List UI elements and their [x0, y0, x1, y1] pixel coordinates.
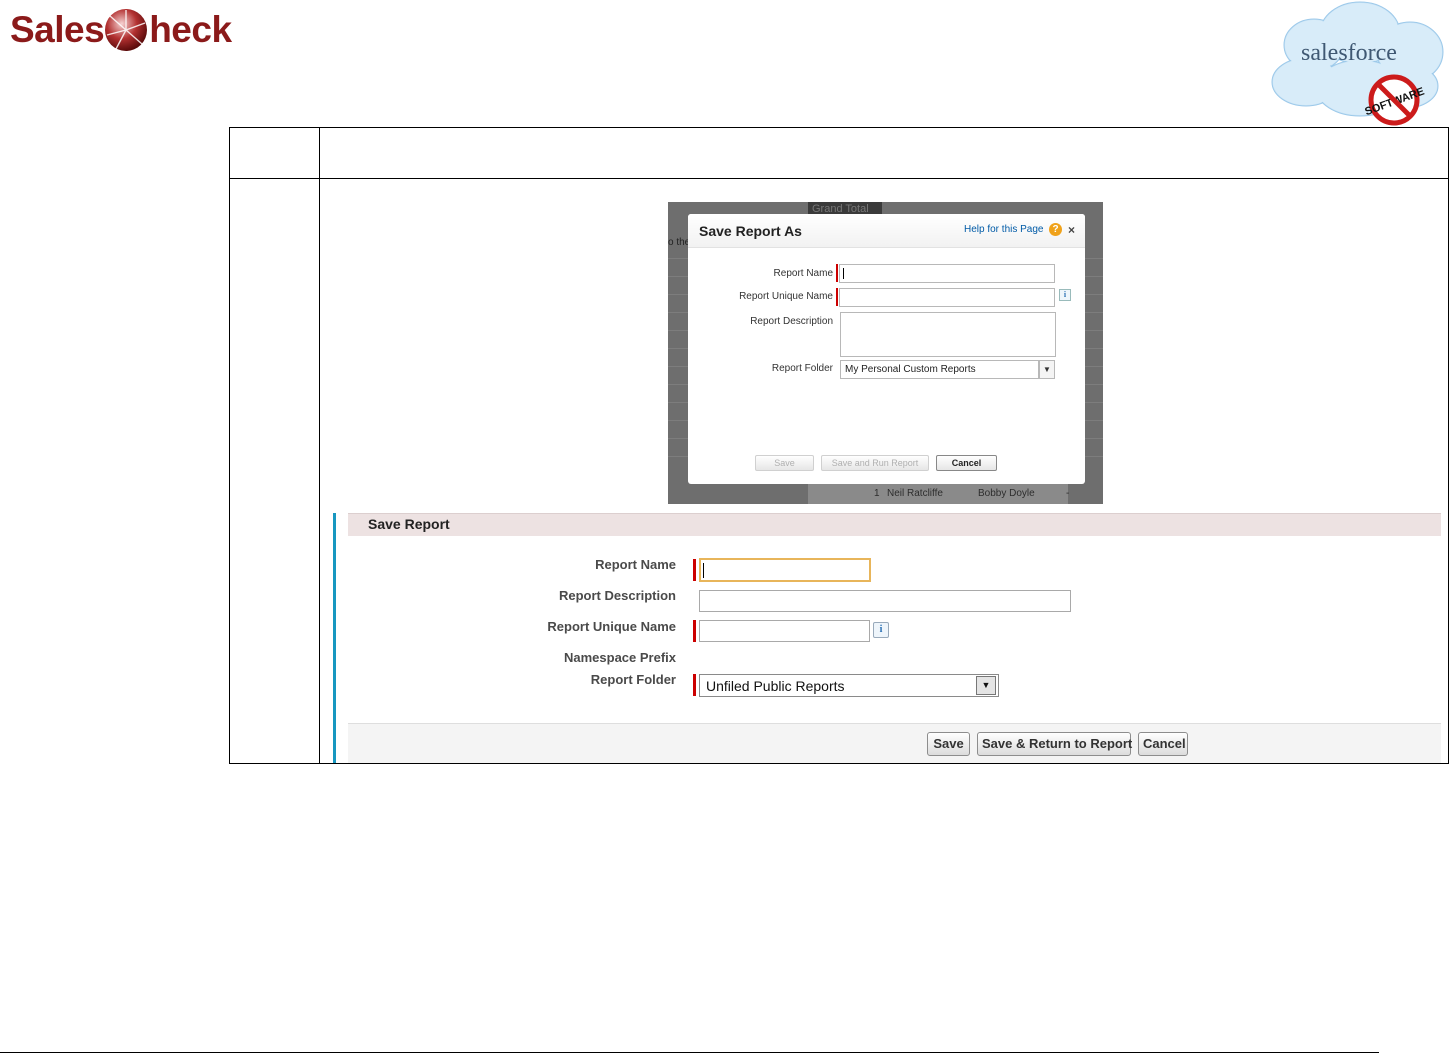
dialog-title: Save Report As [699, 223, 802, 239]
required-marker [693, 559, 696, 581]
report-description-field[interactable] [699, 590, 1071, 612]
save-and-run-report-button[interactable]: Save and Run Report [821, 455, 929, 471]
text-cursor [703, 563, 704, 578]
cancel-button[interactable]: Cancel [1138, 732, 1188, 756]
required-marker [693, 620, 696, 642]
report-description-field[interactable] [840, 312, 1056, 357]
form-title: Save Report [368, 516, 450, 532]
report-folder-select[interactable]: Unfiled Public Reports [699, 674, 999, 697]
report-unique-name-field[interactable] [699, 620, 870, 642]
salesforce-wordmark: salesforce [1301, 40, 1397, 66]
report-unique-name-label: Report Unique Name [547, 619, 676, 634]
salesforce-no-software-logo: salesforce SOFTWARE [1271, 1, 1444, 126]
report-name-field[interactable] [699, 558, 871, 582]
saleschek-logo: Sales heck [10, 2, 232, 58]
page: Sales heck salesforce Grand Total o the … [0, 0, 1449, 1055]
report-name-field[interactable] [839, 264, 1055, 283]
logo-text-sales: Sales [10, 9, 105, 50]
namespace-prefix-label: Namespace Prefix [563, 650, 676, 665]
save-button[interactable]: Save [755, 455, 814, 471]
report-folder-label: Report Folder [771, 363, 833, 374]
report-folder-select[interactable]: My Personal Custom Reports [840, 360, 1039, 379]
bg-row-name-1: Neil Ratcliffe [887, 488, 943, 499]
report-name-label: Report Name [595, 557, 676, 572]
required-marker [693, 674, 696, 696]
save-report-as-dialog: Save Report As Help for this Page ? × Re… [688, 214, 1085, 484]
report-unique-name-label: Report Unique Name [739, 291, 833, 302]
table-header-row [230, 128, 1448, 179]
save-report-as-screenshot: Grand Total o the 1 Neil Ratcliffe Bobby… [668, 202, 1103, 504]
close-icon[interactable]: × [1068, 223, 1075, 237]
chevron-down-icon[interactable]: ▼ [976, 676, 996, 695]
help-for-this-page-link[interactable]: Help for this Page [964, 224, 1044, 235]
dialog-header: Save Report As Help for this Page ? × [688, 214, 1085, 248]
page-bottom-rule [0, 1052, 1379, 1053]
report-name-label: Report Name [773, 268, 833, 279]
report-unique-name-field[interactable] [839, 288, 1055, 307]
chevron-down-icon[interactable]: ▼ [1039, 360, 1055, 379]
bg-row-dash: - [1066, 488, 1070, 499]
report-description-label: Report Description [558, 588, 676, 603]
form-footer [348, 723, 1441, 763]
required-marker [836, 264, 838, 282]
save-report-form: Save Report Report Name Report Descripti… [333, 513, 1441, 763]
table-column-divider [319, 128, 320, 763]
bg-row-name-2: Bobby Doyle [978, 488, 1035, 499]
help-icon[interactable]: ? [1049, 223, 1062, 236]
save-and-return-button[interactable]: Save & Return to Report [977, 732, 1132, 756]
form-title-bar: Save Report [348, 513, 1441, 536]
accent-bar [333, 513, 336, 763]
report-description-label: Report Description [750, 316, 833, 327]
required-marker [836, 288, 838, 306]
report-folder-label: Report Folder [590, 672, 676, 687]
bg-bottom-row: 1 Neil Ratcliffe Bobby Doyle - [808, 484, 1070, 504]
bg-row-number: 1 [874, 488, 880, 499]
save-button[interactable]: Save [927, 732, 970, 756]
text-cursor [843, 268, 844, 279]
logo-ball-icon [105, 9, 148, 51]
info-icon[interactable]: i [1059, 289, 1071, 301]
bg-partial-text: o the [668, 237, 691, 248]
info-icon[interactable]: i [873, 622, 889, 638]
cancel-button[interactable]: Cancel [936, 455, 997, 471]
logo-text-heck: heck [149, 9, 232, 50]
